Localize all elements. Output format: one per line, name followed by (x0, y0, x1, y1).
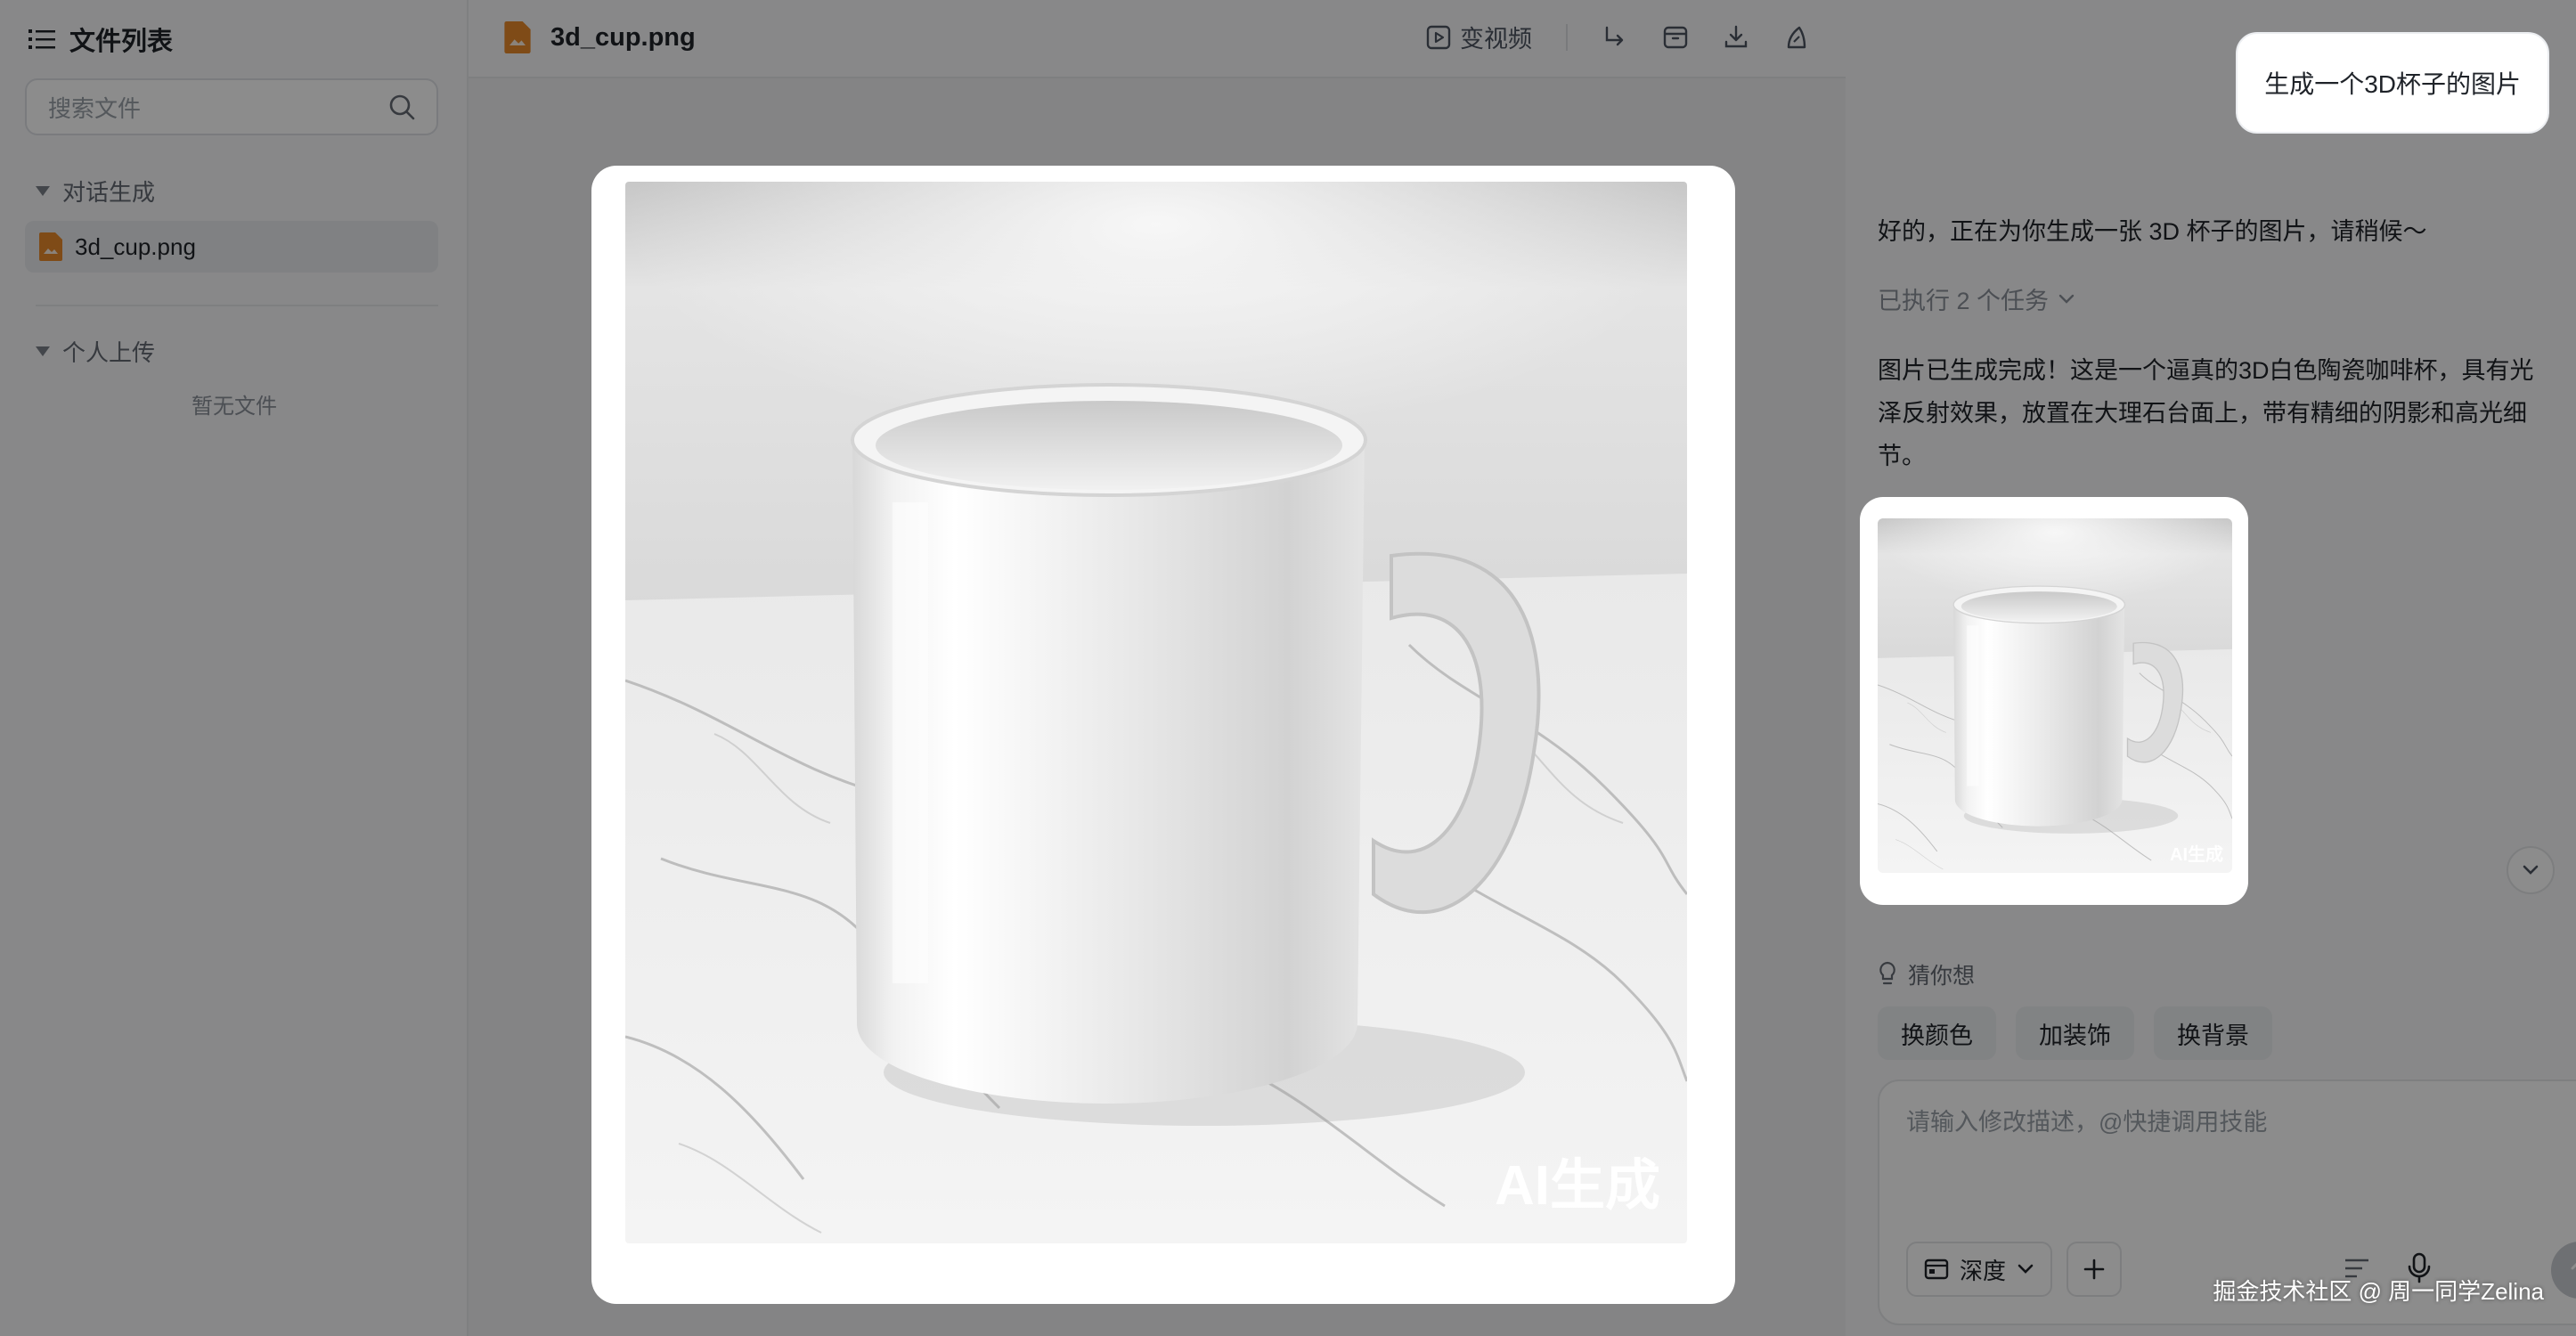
video-icon (1426, 25, 1451, 49)
share-arrow-icon[interactable] (1602, 24, 1628, 51)
cup-thumbnail-illustration (1878, 518, 2232, 873)
cup-illustration (625, 182, 1687, 1243)
chip-change-background[interactable]: 换背景 (2154, 1006, 2272, 1060)
user-message-text-lifted: 生成一个3D杯子的图片 (2264, 70, 2521, 98)
mode-icon (1924, 1259, 1949, 1280)
caret-down-icon (36, 346, 50, 356)
to-video-label: 变视频 (1460, 26, 1532, 53)
group-uploads-label: 个人上传 (62, 339, 156, 366)
chip-add-decoration[interactable]: 加装饰 (2016, 1006, 2134, 1060)
search-icon[interactable] (388, 94, 415, 120)
sidebar-divider (36, 305, 438, 306)
archive-icon[interactable] (1662, 24, 1689, 51)
sidebar-header: 文件列表 (29, 21, 173, 57)
app-window: 文件列表 搜索文件 对话生成 3d_cup.png 个人上传 暂无文件 3d_c… (0, 0, 2576, 1336)
lightbulb-icon (1879, 961, 1895, 985)
mode-label: 深度 (1960, 1257, 2007, 1284)
assistant-reply-2: 图片已生成完成！这是一个逼真的3D白色陶瓷咖啡杯，具有光泽反射效果，放置在大理石… (1878, 357, 2534, 469)
preview-image[interactable]: AI生成 (625, 182, 1687, 1243)
sidebar-title: 文件列表 (69, 28, 174, 56)
assistant-reply-1: 好的，正在为你生成一张 3D 杯子的图片，请稍候～ (1878, 218, 2427, 245)
preview-header: 3d_cup.png 变视频 (469, 0, 1846, 78)
send-button[interactable] (2551, 1242, 2576, 1299)
file-list-item[interactable]: 3d_cup.png (25, 221, 438, 273)
thumb-watermark-lifted: AI生成 (2170, 845, 2223, 865)
image-watermark: AI生成 (1494, 1155, 1660, 1217)
scroll-to-bottom-button[interactable] (2507, 846, 2555, 894)
group-conversation[interactable]: 对话生成 (36, 175, 155, 208)
image-file-icon (504, 21, 531, 53)
chip-change-color[interactable]: 换颜色 (1878, 1006, 1996, 1060)
to-video-button[interactable]: 变视频 (1426, 20, 1532, 54)
chevron-down-icon (2523, 865, 2539, 875)
chevron-down-icon (2058, 294, 2075, 304)
download-icon[interactable] (1723, 24, 1749, 51)
chevron-down-icon (2018, 1264, 2034, 1274)
preview-toolbar: 变视频 (1426, 20, 1810, 54)
empty-text: 暂无文件 (192, 395, 277, 419)
suggestions-label: 猜你想 (1908, 964, 1976, 989)
generated-image-card-lifted[interactable]: AI生成 (1860, 497, 2248, 905)
generated-image-thumbnail-lifted[interactable]: AI生成 (1878, 518, 2232, 873)
image-file-icon (39, 232, 62, 261)
image-preview-modal: AI生成 (591, 166, 1735, 1304)
file-list-item-name: 3d_cup.png (75, 232, 196, 260)
composer-placeholder: 请输入修改描述，@快捷调用技能 (1906, 1109, 2268, 1136)
clear-icon[interactable] (1783, 24, 1810, 51)
search-input[interactable]: 搜索文件 (25, 78, 438, 135)
caret-down-icon (36, 186, 50, 196)
user-message-bubble-lifted: 生成一个3D杯子的图片 (2236, 32, 2549, 134)
footer-watermark: 掘金技术社区 @ 周一同学Zelina (2213, 1278, 2544, 1305)
arrow-up-icon (2571, 1262, 2576, 1270)
preview-file-name: 3d_cup.png (550, 22, 696, 52)
group-uploads[interactable]: 个人上传 (36, 335, 155, 368)
add-attachment-button[interactable] (2067, 1242, 2122, 1297)
toolbar-divider (1566, 23, 1568, 51)
tasks-toggle[interactable]: 已执行 2 个任务 (1878, 281, 2075, 316)
mode-selector[interactable]: 深度 (1906, 1242, 2053, 1297)
suggestion-chips: 换颜色 加装饰 换背景 (1878, 1006, 2272, 1060)
list-icon[interactable] (29, 28, 55, 51)
search-placeholder: 搜索文件 (48, 94, 142, 122)
plus-icon (2083, 1259, 2105, 1280)
suggestions-header: 猜你想 (1878, 958, 1975, 990)
file-sidebar: 文件列表 搜索文件 对话生成 3d_cup.png 个人上传 暂无文件 (0, 0, 469, 1336)
group-conversation-label: 对话生成 (62, 179, 156, 206)
tasks-label: 已执行 2 个任务 (1878, 288, 2050, 314)
preview-file-title: 3d_cup.png (504, 21, 696, 53)
